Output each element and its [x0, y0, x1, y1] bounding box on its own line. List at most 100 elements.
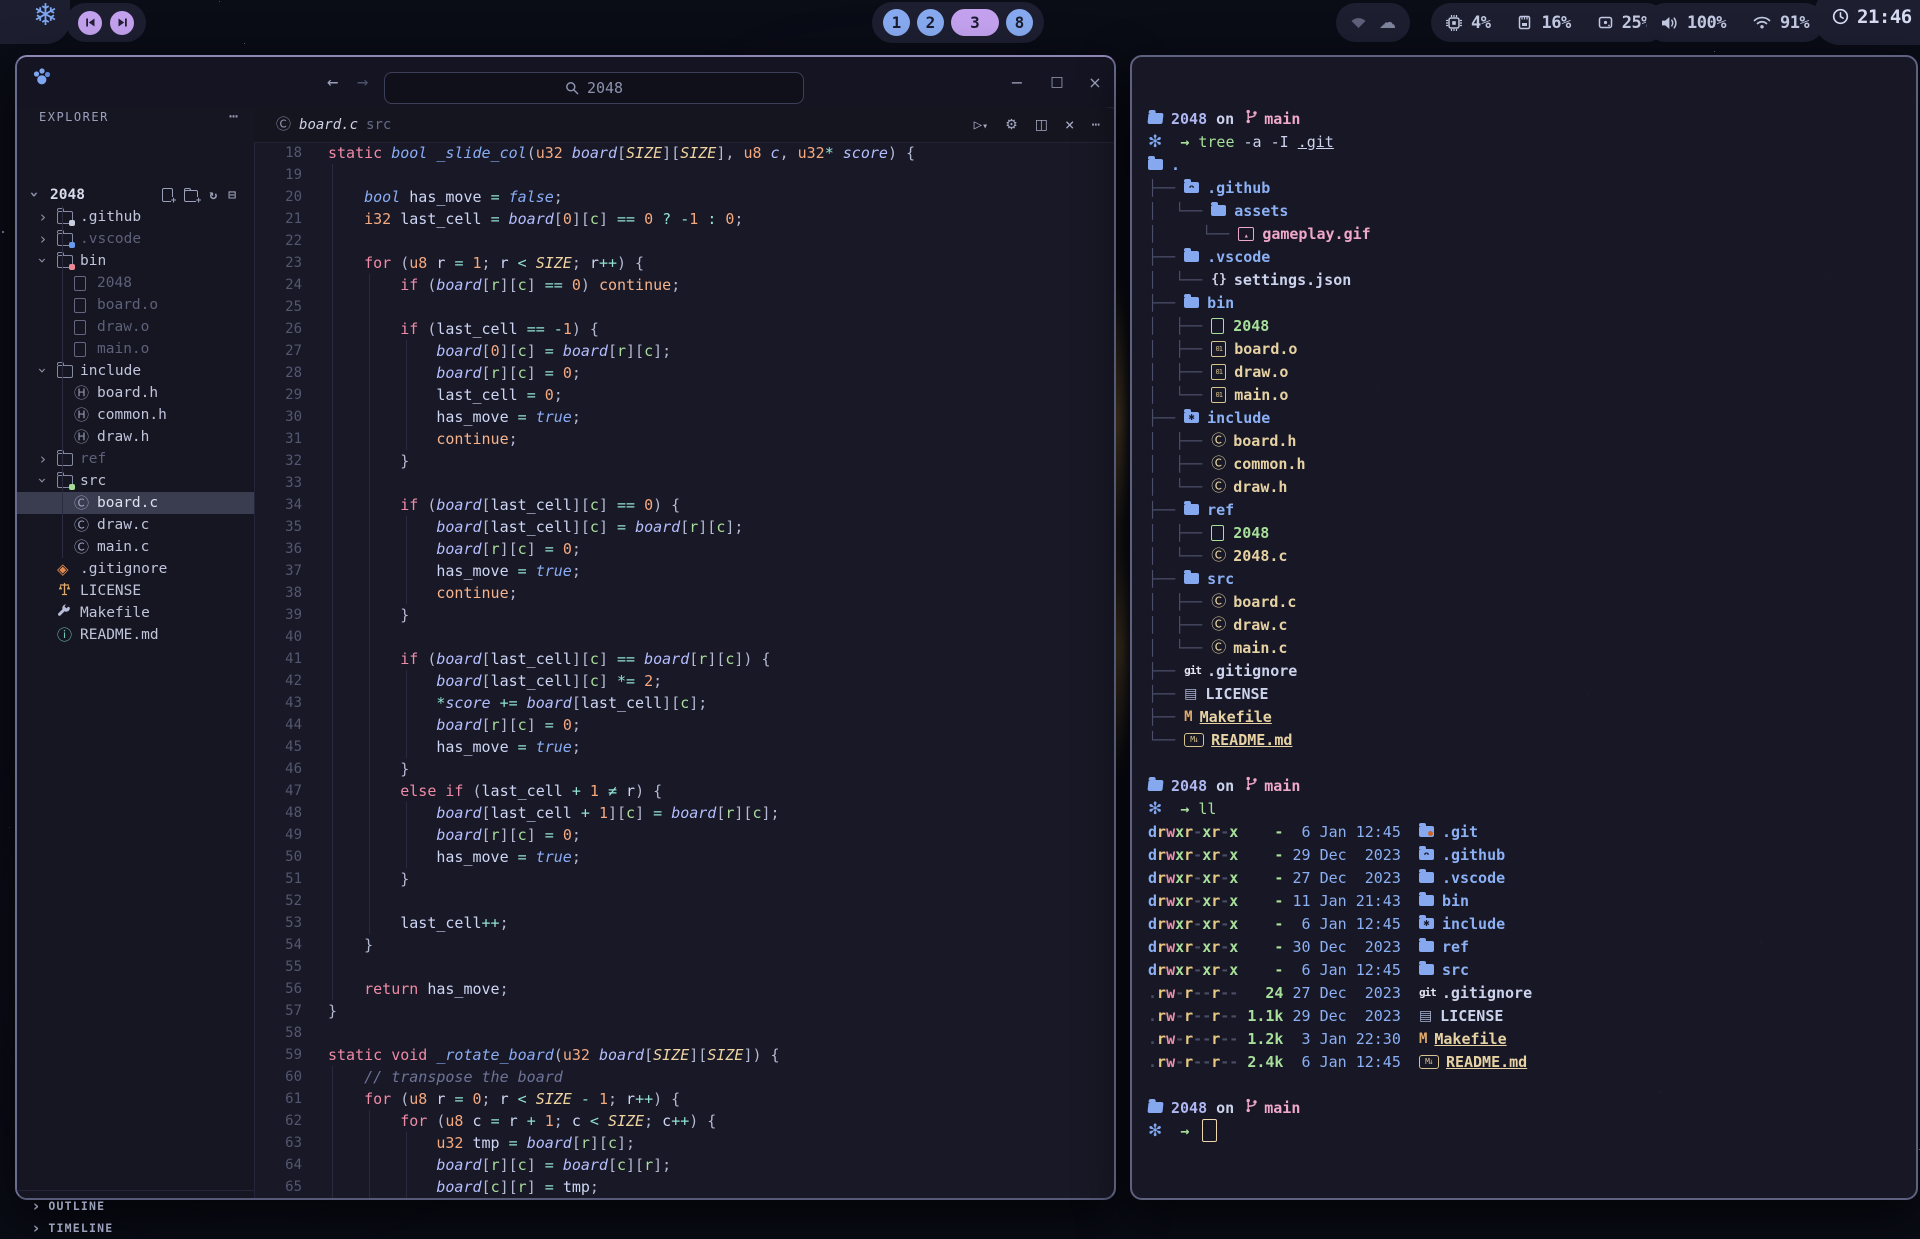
line-number: 52: [272, 890, 302, 912]
explorer-item-label: .gitignore: [80, 561, 167, 577]
explorer-item-board.o[interactable]: board.o: [17, 294, 254, 316]
explorer-item-main.c[interactable]: Ⓒmain.c: [17, 536, 254, 558]
explorer-item-src[interactable]: ›src: [17, 470, 254, 492]
previous-track-button[interactable]: [78, 11, 102, 35]
line-number: 42: [272, 670, 302, 692]
split-editor-icon[interactable]: ◫: [1035, 117, 1048, 133]
permissions: .rw-r--r--: [1148, 1007, 1238, 1025]
line-number: 19: [272, 164, 302, 186]
line-number: 58: [272, 1022, 302, 1044]
tree-entry: │ ├── Ⓒdraw.c: [1148, 613, 1916, 636]
explorer-more-icon[interactable]: ⋯: [229, 107, 238, 125]
close-editor-icon[interactable]: ×: [1065, 115, 1075, 134]
explorer-item-label: common.h: [97, 407, 167, 423]
explorer-item-include[interactable]: ›include: [17, 360, 254, 382]
collapse-all-icon[interactable]: ⊟: [228, 188, 236, 203]
code-line: 30 has_move = true;: [254, 406, 1114, 428]
audio-network-widget[interactable]: 100% 91%: [1646, 3, 1824, 42]
breadcrumb-file: board.c: [299, 117, 358, 133]
folder-bin-icon: [57, 255, 73, 268]
explorer-item-draw.c[interactable]: Ⓒdraw.c: [17, 514, 254, 536]
book-icon: ▤: [1184, 686, 1197, 702]
refresh-icon[interactable]: ↻: [209, 188, 217, 203]
git-branch-icon: [1243, 776, 1264, 795]
nix-prompt-icon: ✻: [1148, 799, 1162, 819]
workspace-button-1[interactable]: 1: [883, 9, 910, 36]
file-icon: [74, 342, 86, 357]
line-number: 48: [272, 802, 302, 824]
code-line: 44 board[r][c] = 0;: [254, 714, 1114, 736]
tree-entry: ├── MMakefile: [1148, 705, 1916, 728]
workspace-button-3[interactable]: 3: [951, 9, 999, 36]
permissions: drwxr-xr-x: [1148, 892, 1238, 910]
code-text: if (board[last_cell][c] == board[r][c]) …: [328, 648, 771, 670]
terminal-window[interactable]: 2048 on main✻ → tree -a -I .git.├── ᴖ.gi…: [1130, 55, 1918, 1200]
explorer-item-2048[interactable]: 2048: [17, 272, 254, 294]
code-text: }: [328, 604, 409, 626]
explorer-item-label: draw.h: [97, 429, 149, 445]
minimize-button[interactable]: −: [1002, 67, 1032, 97]
md-badge-icon: M↓: [1184, 733, 1204, 747]
search-input[interactable]: 2048: [384, 72, 804, 104]
explorer-item-board.c[interactable]: Ⓒboard.c: [17, 492, 254, 514]
c-hex-icon: Ⓒ: [1211, 548, 1226, 563]
explorer-item-.gitignore[interactable]: ◈.gitignore: [17, 558, 254, 580]
terminal-prompt: 2048 on main: [1148, 107, 1916, 130]
line-number: 36: [272, 538, 302, 560]
explorer-item-LICENSE[interactable]: LICENSE: [17, 580, 254, 602]
code-line: 62 for (u8 c = r + 1; c < SIZE; c++) {: [254, 1110, 1114, 1132]
next-track-button[interactable]: [110, 11, 134, 35]
new-file-icon[interactable]: [162, 188, 173, 202]
run-button[interactable]: ▷▾: [974, 117, 988, 133]
timeline-panel[interactable]: › TIMELINE: [17, 1217, 254, 1239]
code-text: }: [328, 758, 409, 780]
clock-widget[interactable]: 21:46: [1814, 0, 1920, 45]
line-number: 53: [272, 912, 302, 934]
weather-widget[interactable]: ☁: [1336, 3, 1410, 42]
explorer-item-2048[interactable]: ›2048↻⊟: [17, 184, 254, 206]
explorer-item-Makefile[interactable]: Makefile: [17, 602, 254, 624]
folder-icon: [1419, 895, 1434, 906]
code-text: board[r][c] = 0;: [328, 538, 581, 560]
breadcrumb[interactable]: Ⓒ board.c src: [276, 107, 391, 142]
explorer-item-ref[interactable]: ›ref: [17, 448, 254, 470]
outline-panel[interactable]: › OUTLINE: [17, 1195, 254, 1217]
explorer-item-README.md[interactable]: ⓘREADME.md: [17, 624, 254, 646]
code-editor[interactable]: 18static bool _slide_col(u32 board[SIZE]…: [254, 142, 1114, 1198]
maximize-button[interactable]: □: [1042, 67, 1072, 97]
workspace-button-2[interactable]: 2: [917, 9, 944, 36]
line-number: 23: [272, 252, 302, 274]
nav-back-button[interactable]: ←: [327, 71, 338, 93]
code-text: board[last_cell + 1][c] = board[r][c];: [328, 802, 780, 824]
line-number: 56: [272, 978, 302, 1000]
explorer-item-draw.h[interactable]: Ⓗdraw.h: [17, 426, 254, 448]
code-line: 61 for (u8 r = 0; r < SIZE - 1; r++) {: [254, 1088, 1114, 1110]
explorer-item-draw.o[interactable]: draw.o: [17, 316, 254, 338]
code-text: if (last_cell == -1) {: [328, 318, 599, 340]
json-icon: {}: [1211, 272, 1227, 287]
code-line: 18static bool _slide_col(u32 board[SIZE]…: [254, 142, 1114, 164]
explorer-item-board.h[interactable]: Ⓗboard.h: [17, 382, 254, 404]
folder-icon: [1184, 251, 1199, 262]
new-folder-icon[interactable]: [184, 190, 198, 202]
explorer-item-common.h[interactable]: Ⓗcommon.h: [17, 404, 254, 426]
vscode-titlebar[interactable]: ← → 2048 − □ ×: [17, 57, 1114, 108]
code-line: 23 for (u8 r = 1; r < SIZE; r++) {: [254, 252, 1114, 274]
explorer-item-.vscode[interactable]: ›.vscode: [17, 228, 254, 250]
code-line: 32 }: [254, 450, 1114, 472]
code-line: 58: [254, 1022, 1114, 1044]
workspace-button-8[interactable]: 8: [1006, 9, 1033, 36]
explorer-item-bin[interactable]: ›bin: [17, 250, 254, 272]
folder-src-icon: [57, 475, 73, 488]
launcher-button[interactable]: ❄: [0, 0, 70, 44]
close-button[interactable]: ×: [1080, 67, 1110, 97]
explorer-item-main.o[interactable]: main.o: [17, 338, 254, 360]
line-number: 46: [272, 758, 302, 780]
code-line: 55: [254, 956, 1114, 978]
explorer-item-.github[interactable]: ›.github: [17, 206, 254, 228]
nav-forward-button[interactable]: →: [357, 71, 368, 93]
more-actions-icon[interactable]: ⋯: [1092, 117, 1100, 133]
system-stats-widget[interactable]: 4%16%25%: [1431, 3, 1666, 42]
settings-gear-icon[interactable]: ⚙: [1005, 117, 1018, 133]
h-file-icon: Ⓗ: [74, 408, 89, 423]
